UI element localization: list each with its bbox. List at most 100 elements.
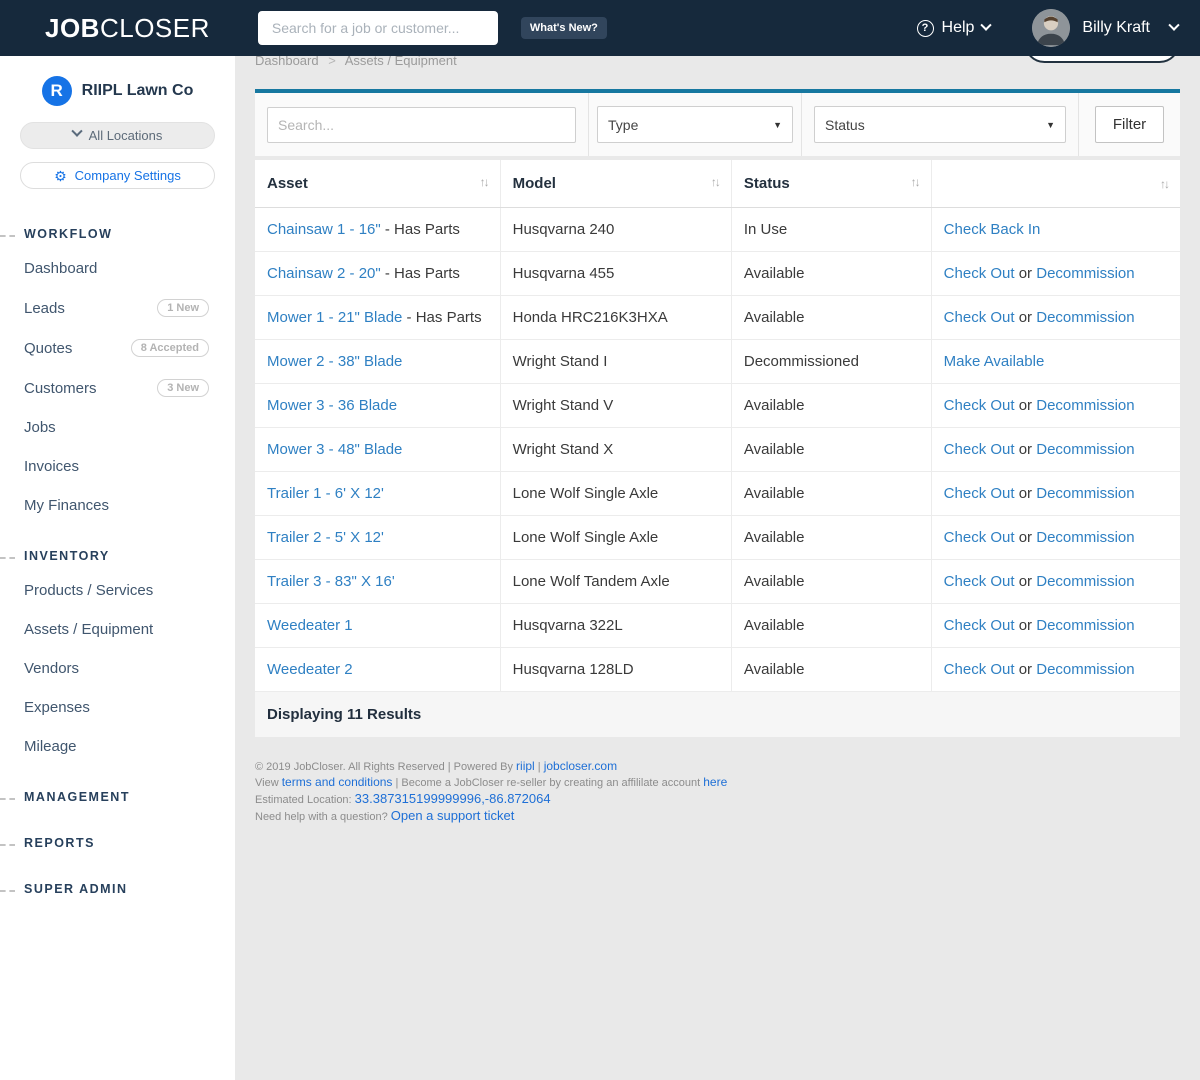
footer-link-terms-and-conditions[interactable]: terms and conditions	[282, 775, 393, 789]
dropdown-arrow-icon: ▼	[773, 120, 782, 130]
sort-icon[interactable]: ↑↓	[480, 175, 488, 189]
action-link-decommission[interactable]: Decommission	[1036, 573, 1134, 590]
app-logo[interactable]: JOBCLOSER	[45, 13, 210, 44]
model-cell: Husqvarna 322L	[500, 604, 731, 648]
model-cell: Lone Wolf Tandem Axle	[500, 560, 731, 604]
asset-link[interactable]: Mower 2 - 38" Blade	[267, 353, 402, 370]
asset-link[interactable]: Mower 3 - 48" Blade	[267, 441, 402, 458]
asset-link[interactable]: Trailer 3 - 83" X 16'	[267, 573, 395, 590]
asset-link[interactable]: Mower 3 - 36 Blade	[267, 397, 397, 414]
global-search-input[interactable]	[258, 11, 498, 45]
action-link-decommission[interactable]: Decommission	[1036, 661, 1134, 678]
actions-cell: Check Out or Decommission	[931, 516, 1180, 560]
company-settings-label: Company Settings	[75, 168, 181, 183]
action-link-check-back-in[interactable]: Check Back In	[944, 221, 1041, 238]
model-cell: Husqvarna 128LD	[500, 648, 731, 692]
action-link-make-available[interactable]: Make Available	[944, 353, 1045, 370]
actions-cell: Check Out or Decommission	[931, 252, 1180, 296]
sidebar-item-invoices[interactable]: Invoices	[0, 447, 235, 486]
action-link-decommission[interactable]: Decommission	[1036, 309, 1134, 326]
footer-link-riipl[interactable]: riipl	[516, 759, 535, 773]
footer-link-open-a-support-ticket[interactable]: Open a support ticket	[391, 808, 515, 823]
action-link-decommission[interactable]: Decommission	[1036, 617, 1134, 634]
action-link-check-out[interactable]: Check Out	[944, 617, 1015, 634]
asset-cell: Trailer 3 - 83" X 16'	[255, 560, 500, 604]
sidebar-item-customers[interactable]: Customers3 New	[0, 368, 235, 408]
type-select[interactable]: Type ▼	[597, 106, 793, 143]
asset-link[interactable]: Trailer 1 - 6' X 12'	[267, 485, 384, 502]
sidebar-item-quotes[interactable]: Quotes8 Accepted	[0, 328, 235, 368]
footer-text: © 2019 JobCloser. All Rights Reserved | …	[255, 761, 516, 773]
sidebar-item-assets-equipment[interactable]: Assets / Equipment	[0, 610, 235, 649]
table-row: Mower 3 - 48" BladeWright Stand XAvailab…	[255, 428, 1180, 472]
assets-table: Asset ↑↓ Model ↑↓ Status ↑↓ ↑↓ Chainsaw …	[255, 160, 1180, 737]
asset-cell: Chainsaw 2 - 20" - Has Parts	[255, 252, 500, 296]
whats-new-button[interactable]: What's New?	[521, 17, 607, 39]
company-settings-button[interactable]: ⚙ Company Settings	[20, 162, 215, 189]
table-row: Chainsaw 1 - 16" - Has PartsHusqvarna 24…	[255, 208, 1180, 252]
asset-link[interactable]: Weedeater 1	[267, 617, 353, 634]
asset-link[interactable]: Chainsaw 1 - 16"	[267, 221, 381, 238]
column-header-status[interactable]: Status ↑↓	[731, 160, 931, 208]
sort-icon[interactable]: ↑↓	[911, 175, 919, 189]
company-logo: R	[42, 76, 72, 106]
actions-cell: Make Available	[931, 340, 1180, 384]
sidebar-item-jobs[interactable]: Jobs	[0, 408, 235, 447]
top-navbar: JOBCLOSER What's New? ? Help Billy Kraft	[0, 0, 1200, 56]
action-link-check-out[interactable]: Check Out	[944, 485, 1015, 502]
model-cell: Wright Stand I	[500, 340, 731, 384]
footer-text: View	[255, 777, 282, 789]
column-header-actions[interactable]: ↑↓	[931, 160, 1180, 208]
footer-link-33-387315199999996-86-872064[interactable]: 33.387315199999996,-86.872064	[355, 791, 551, 806]
all-locations-dropdown[interactable]: All Locations	[20, 122, 215, 149]
asset-link[interactable]: Weedeater 2	[267, 661, 353, 678]
sort-icon[interactable]: ↑↓	[711, 175, 719, 189]
sort-icon[interactable]: ↑↓	[1160, 177, 1168, 191]
footer-link-jobcloser-com[interactable]: jobcloser.com	[544, 759, 617, 773]
sidebar-item-dashboard[interactable]: Dashboard	[0, 249, 235, 288]
filter-button[interactable]: Filter	[1095, 106, 1164, 143]
table-row: Mower 3 - 36 BladeWright Stand VAvailabl…	[255, 384, 1180, 428]
status-cell: Available	[731, 516, 931, 560]
column-header-model[interactable]: Model ↑↓	[500, 160, 731, 208]
action-link-check-out[interactable]: Check Out	[944, 397, 1015, 414]
asset-link[interactable]: Trailer 2 - 5' X 12'	[267, 529, 384, 546]
footer-link-here[interactable]: here	[703, 775, 727, 789]
model-cell: Husqvarna 240	[500, 208, 731, 252]
sidebar-item-mileage[interactable]: Mileage	[0, 727, 235, 766]
status-select[interactable]: Status ▼	[814, 106, 1066, 143]
sidebar-section-management: MANAGEMENT	[0, 778, 235, 812]
user-menu[interactable]: Billy Kraft	[1032, 9, 1178, 47]
action-link-check-out[interactable]: Check Out	[944, 441, 1015, 458]
action-link-check-out[interactable]: Check Out	[944, 529, 1015, 546]
help-menu[interactable]: ? Help	[917, 19, 991, 37]
table-row: Trailer 2 - 5' X 12'Lone Wolf Single Axl…	[255, 516, 1180, 560]
sidebar-item-vendors[interactable]: Vendors	[0, 649, 235, 688]
action-link-check-out[interactable]: Check Out	[944, 265, 1015, 282]
action-link-decommission[interactable]: Decommission	[1036, 529, 1134, 546]
column-header-asset[interactable]: Asset ↑↓	[255, 160, 500, 208]
table-row: Trailer 3 - 83" X 16' Lone Wolf Tandem Ax…	[255, 560, 1180, 604]
table-row: Mower 1 - 21" Blade - Has PartsHonda HRC…	[255, 296, 1180, 340]
sidebar-item-products-services[interactable]: Products / Services	[0, 571, 235, 610]
table-search-input[interactable]	[267, 107, 576, 143]
count-badge: 8 Accepted	[131, 339, 209, 357]
table-row: Chainsaw 2 - 20" - Has PartsHusqvarna 45…	[255, 252, 1180, 296]
asset-link[interactable]: Chainsaw 2 - 20"	[267, 265, 381, 282]
action-link-check-out[interactable]: Check Out	[944, 573, 1015, 590]
action-link-decommission[interactable]: Decommission	[1036, 441, 1134, 458]
action-separator: or	[1015, 265, 1037, 282]
action-link-check-out[interactable]: Check Out	[944, 661, 1015, 678]
action-link-check-out[interactable]: Check Out	[944, 309, 1015, 326]
sidebar-item-leads[interactable]: Leads1 New	[0, 288, 235, 328]
action-link-decommission[interactable]: Decommission	[1036, 485, 1134, 502]
sidebar-section-super-admin: SUPER ADMIN	[0, 870, 235, 904]
type-select-value: Type	[608, 117, 638, 133]
sidebar-item-my-finances[interactable]: My Finances	[0, 486, 235, 525]
action-link-decommission[interactable]: Decommission	[1036, 265, 1134, 282]
asset-link[interactable]: Mower 1 - 21" Blade	[267, 309, 402, 326]
footer: © 2019 JobCloser. All Rights Reserved | …	[255, 759, 1180, 825]
sidebar-item-expenses[interactable]: Expenses	[0, 688, 235, 727]
action-link-decommission[interactable]: Decommission	[1036, 397, 1134, 414]
status-cell: In Use	[731, 208, 931, 252]
